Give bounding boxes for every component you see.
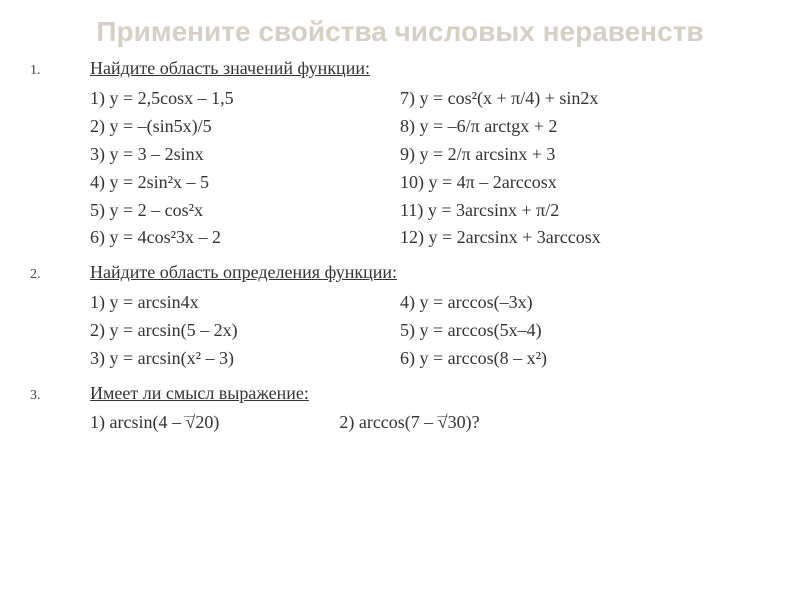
slide-title: Примените свойства числовых неравенств [30,16,770,48]
section-3-header: 3. Имеет ли смысл выражение: [30,383,770,410]
s1-r-11: 11) у = 3arcsinх + π/2 [400,197,760,225]
section-1-col-right: 7) у = cos²(х + π/4) + sin2х 8) у = –6/π… [400,85,760,252]
section-2-col-right: 4) у = arccos(–3х) 5) у = arccos(5х–4) 6… [400,289,760,373]
s1-r-9: 9) у = 2/π arcsinх + 3 [400,141,760,169]
s1-l-3: 3) у = 3 – 2sinх [90,141,400,169]
section-1-body: 1) у = 2,5соsх – 1,5 2) у = –(sin5х)/5 3… [90,85,770,252]
s1-l-2: 2) у = –(sin5х)/5 [90,113,400,141]
s3-item-1: __ 1) arcsin(4 – √20) [90,410,219,433]
s2-r-5: 5) у = arccos(5х–4) [400,317,760,345]
s1-l-1: 1) у = 2,5соsх – 1,5 [90,85,400,113]
s3-item-2-text: 2) arccos(7 – √30)? [339,412,479,432]
slide-content: Примените свойства числовых неравенств 1… [0,0,800,453]
s1-r-7: 7) у = cos²(х + π/4) + sin2х [400,85,760,113]
section-1-col-left: 1) у = 2,5соsх – 1,5 2) у = –(sin5х)/5 3… [90,85,400,252]
section-2-header: 2. Найдите область определения функции: [30,262,770,289]
section-2-body: 1) у = arcsin4х 2) у = arcsin(5 – 2х) 3)… [90,289,770,373]
s1-r-10: 10) у = 4π – 2arccosх [400,169,760,197]
s1-r-12: 12) у = 2arcsinх + 3arccosх [400,224,760,252]
section-2-heading: Найдите область определения функции: [90,262,397,283]
s1-l-4: 4) у = 2sin²х – 5 [90,169,400,197]
section-3-num: 3. [30,386,90,404]
section-2-col-left: 1) у = arcsin4х 2) у = arcsin(5 – 2х) 3)… [90,289,400,373]
s2-l-1: 1) у = arcsin4х [90,289,400,317]
section-1-num: 1. [30,61,90,79]
section-1-heading: Найдите область значений функции: [90,58,370,79]
s2-r-4: 4) у = arccos(–3х) [400,289,760,317]
section-1-header: 1. Найдите область значений функции: [30,58,770,85]
s2-l-2: 2) у = arcsin(5 – 2х) [90,317,400,345]
s2-l-3: 3) у = arcsin(х² – 3) [90,345,400,373]
s3-item-2: __ 2) arccos(7 – √30)? [339,410,479,433]
s2-r-6: 6) у = arccos(8 – х²) [400,345,760,373]
s3-item-1-text: 1) arcsin(4 – √20) [90,412,219,432]
section-2-num: 2. [30,265,90,283]
s1-l-5: 5) у = 2 – cos²х [90,197,400,225]
s1-r-8: 8) у = –6/π arctgх + 2 [400,113,760,141]
s1-l-6: 6) у = 4cos²3х – 2 [90,224,400,252]
section-3-heading: Имеет ли смысл выражение: [90,383,309,404]
section-3-body: __ 1) arcsin(4 – √20) __ 2) arccos(7 – √… [90,410,770,433]
